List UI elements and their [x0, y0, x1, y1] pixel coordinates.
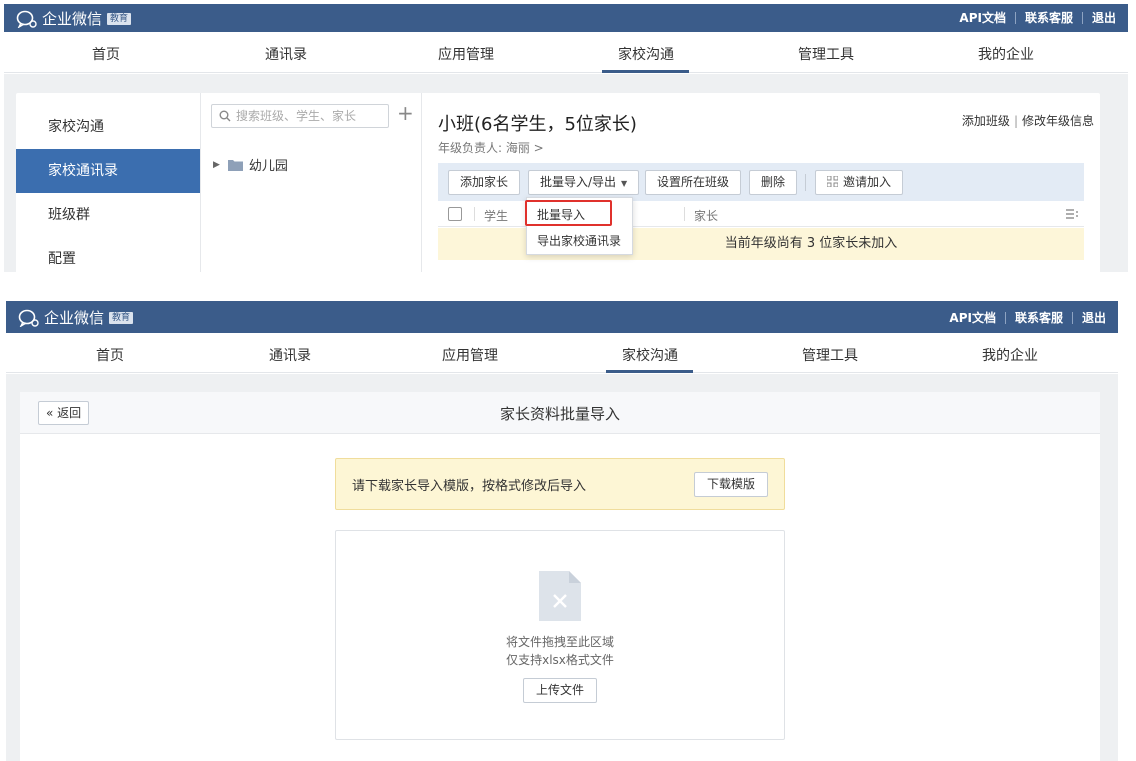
divider: [1004, 311, 1006, 324]
select-all-checkbox[interactable]: [448, 207, 462, 221]
chevron-down-icon: ▼: [621, 179, 628, 188]
search-input[interactable]: 搜索班级、学生、家长: [211, 104, 389, 128]
toolbar-divider: [805, 174, 806, 191]
screenshot-contacts: 企业微信 教育 API文档 联系客服 退出 首页 通讯录 应用管理 家校沟通 管…: [0, 0, 1136, 272]
invite-label: 邀请加入: [843, 175, 892, 189]
nav-app-management[interactable]: 应用管理: [438, 44, 494, 64]
bulk-import-card: « 返回 家长资料批量导入 请下载家长导入模版，按格式修改后导入 下载模版 将文…: [20, 392, 1100, 761]
nav-active-underline: [606, 370, 693, 373]
edu-badge: 教育: [107, 12, 132, 25]
nav-admin-tools[interactable]: 管理工具: [802, 345, 858, 365]
upload-file-button[interactable]: 上传文件: [523, 678, 598, 703]
logo-text: 企业微信: [42, 10, 103, 28]
template-tip: 请下载家长导入模版，按格式修改后导入 下载模版: [335, 458, 785, 510]
side-item-contacts[interactable]: 家校通讯录: [16, 149, 200, 193]
main-nav: 首页 通讯录 应用管理 家校沟通 管理工具 我的企业: [6, 333, 1118, 373]
delete-label: 删除: [761, 175, 786, 189]
menu-item-export-contacts[interactable]: 导出家校通讯录: [537, 232, 621, 249]
delete-button[interactable]: 删除: [749, 170, 798, 195]
nav-home[interactable]: 首页: [92, 44, 120, 64]
api-docs-link[interactable]: API文档: [949, 309, 996, 326]
top-links: API文档 联系客服 退出: [959, 9, 1116, 26]
download-template-button[interactable]: 下载模版: [693, 472, 768, 497]
top-bar: 企业微信 教育 API文档 联系客服 退出: [6, 301, 1118, 333]
content-background: « 返回 家长资料批量导入 请下载家长导入模版，按格式修改后导入 下载模版 将文…: [6, 374, 1118, 761]
content-background: 家校沟通 家校通讯录 班级群 配置 搜索班级、学生、家长 + ▶ 幼儿园 小班(…: [4, 74, 1128, 272]
chat-bubbles-icon: [18, 309, 39, 327]
column-divider: [474, 207, 475, 221]
folder-icon: [227, 159, 243, 171]
invite-button[interactable]: 邀请加入: [815, 170, 904, 195]
set-class-button[interactable]: 设置所在班级: [645, 170, 742, 195]
nav-contacts[interactable]: 通讯录: [269, 345, 311, 365]
qr-code-icon: [826, 175, 839, 188]
card-header: « 返回 家长资料批量导入: [20, 392, 1100, 434]
logo-text: 企业微信: [44, 309, 105, 327]
tree-node-label: 幼儿园: [248, 159, 288, 174]
bulk-import-export-label: 批量导入/导出: [540, 175, 617, 189]
org-tree-panel: 搜索班级、学生、家长 + ▶ 幼儿园: [200, 93, 422, 272]
app-logo[interactable]: 企业微信 教育: [18, 307, 134, 328]
chat-bubbles-icon: [16, 10, 37, 28]
divider: [1081, 11, 1083, 24]
nav-contacts[interactable]: 通讯录: [265, 44, 307, 64]
grade-owner[interactable]: 年级负责人: 海丽 >: [438, 139, 544, 156]
nav-home[interactable]: 首页: [96, 345, 124, 365]
divider: [1071, 311, 1073, 324]
column-divider: [684, 207, 685, 221]
app-logo[interactable]: 企业微信 教育: [16, 8, 132, 29]
nav-my-company[interactable]: 我的企业: [978, 44, 1034, 64]
side-item-settings[interactable]: 配置: [16, 237, 200, 272]
edit-grade-link[interactable]: 修改年级信息: [1022, 114, 1094, 128]
nav-my-company[interactable]: 我的企业: [982, 345, 1038, 365]
expand-arrow-icon[interactable]: ▶: [213, 160, 220, 170]
divider: |: [1013, 114, 1018, 128]
nav-home-school[interactable]: 家校沟通: [618, 44, 674, 64]
add-icon[interactable]: +: [397, 101, 414, 125]
nav-home-school[interactable]: 家校沟通: [622, 345, 678, 365]
contacts-card: 家校沟通 家校通讯录 班级群 配置 搜索班级、学生、家长 + ▶ 幼儿园 小班(…: [16, 93, 1100, 272]
search-icon: [219, 110, 231, 122]
top-bar: 企业微信 教育 API文档 联系客服 退出: [4, 4, 1128, 32]
page-title: 家长资料批量导入: [499, 405, 620, 423]
column-student: 学生: [484, 209, 509, 223]
class-title: 小班(6名学生，5位家长): [438, 114, 637, 135]
class-detail: 小班(6名学生，5位家长) 年级负责人: 海丽 > 添加班级 | 修改年级信息 添加…: [422, 93, 1100, 272]
menu-item-bulk-import[interactable]: 批量导入: [537, 206, 585, 223]
top-links: API文档 联系客服 退出: [949, 309, 1106, 326]
support-link[interactable]: 联系客服: [1015, 309, 1063, 326]
main-nav: 首页 通讯录 应用管理 家校沟通 管理工具 我的企业: [4, 32, 1128, 73]
file-drop-zone[interactable]: 将文件拖拽至此区域 仅支持xlsx格式文件 上传文件: [335, 530, 785, 740]
logout-link[interactable]: 退出: [1082, 309, 1106, 326]
tree-node-kindergarten[interactable]: ▶ 幼儿园: [213, 155, 288, 174]
add-parent-button[interactable]: 添加家长: [448, 170, 521, 195]
bulk-import-export-button[interactable]: 批量导入/导出 ▼: [528, 170, 640, 195]
nav-app-management[interactable]: 应用管理: [442, 345, 498, 365]
format-hint: 仅支持xlsx格式文件: [506, 653, 614, 667]
logout-link[interactable]: 退出: [1092, 9, 1116, 26]
bulk-dropdown-menu: 批量导入 导出家校通讯录: [525, 197, 633, 255]
toolbar: 添加家长 批量导入/导出 ▼ 设置所在班级 删除 邀请加入: [438, 163, 1084, 201]
add-parent-label: 添加家长: [460, 175, 509, 189]
divider: [1014, 11, 1016, 24]
nav-active-underline: [602, 70, 689, 73]
column-parent: 家长: [694, 209, 719, 223]
support-link[interactable]: 联系客服: [1025, 9, 1073, 26]
tip-text: 请下载家长导入模版，按格式修改后导入: [352, 479, 587, 494]
class-actions: 添加班级 | 修改年级信息: [962, 112, 1094, 129]
drop-hint: 将文件拖拽至此区域: [505, 635, 614, 649]
nav-admin-tools[interactable]: 管理工具: [798, 44, 854, 64]
column-settings-icon[interactable]: [1066, 209, 1078, 219]
add-class-link[interactable]: 添加班级: [962, 114, 1010, 128]
api-docs-link[interactable]: API文档: [959, 9, 1006, 26]
screenshot-bulk-import: 企业微信 教育 API文档 联系客服 退出 首页 通讯录 应用管理 家校沟通 管…: [0, 298, 1136, 761]
side-menu: 家校沟通 家校通讯录 班级群 配置: [16, 93, 200, 272]
side-item-home-school[interactable]: 家校沟通: [16, 105, 200, 149]
side-item-class-groups[interactable]: 班级群: [16, 193, 200, 237]
excel-file-icon: [539, 571, 581, 621]
search-placeholder: 搜索班级、学生、家长: [236, 109, 357, 123]
set-class-label: 设置所在班级: [657, 175, 730, 189]
edu-badge: 教育: [109, 311, 134, 324]
